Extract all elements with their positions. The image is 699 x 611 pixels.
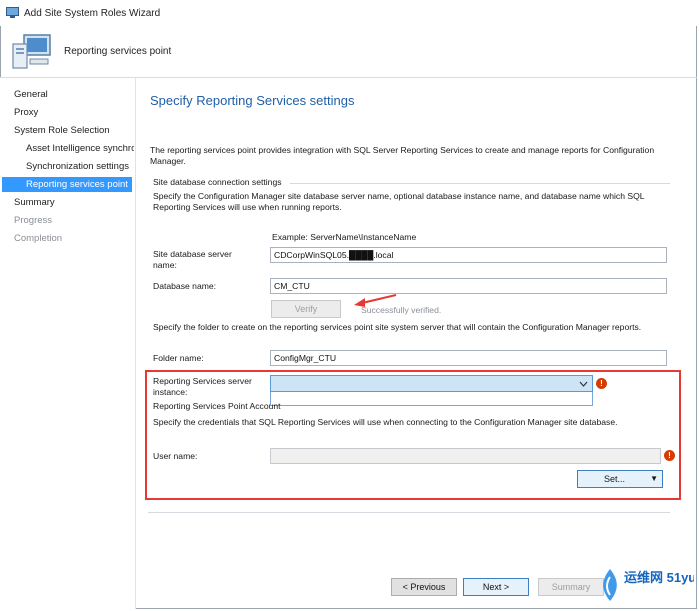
next-button[interactable]: Next > (463, 578, 529, 596)
wizard-nav: General Proxy System Role Selection Asse… (0, 78, 136, 609)
server-name-label: Site database server name: (153, 249, 232, 270)
nav-item-asset-intelligence[interactable]: Asset Intelligence synchro (26, 143, 134, 154)
nav-item-synchronization-settings[interactable]: Synchronization settings (26, 161, 134, 172)
nav-item-reporting-services-point[interactable]: Reporting services point (2, 177, 132, 192)
database-name-input[interactable]: CM_CTU (270, 278, 667, 294)
page-title: Specify Reporting Services settings (150, 93, 355, 108)
chevron-down-icon (579, 381, 588, 387)
nav-item-summary[interactable]: Summary (14, 197, 55, 208)
db-group-label: Site database connection settings (153, 177, 282, 187)
previous-button[interactable]: < Previous (391, 578, 457, 596)
set-button[interactable]: Set... ▼ (577, 470, 663, 488)
rs-instance-select[interactable] (270, 375, 593, 392)
nav-item-progress: Progress (14, 215, 53, 226)
folder-description: Specify the folder to create on the repo… (153, 322, 642, 332)
user-name-input (270, 448, 661, 464)
nav-item-completion: Completion (14, 233, 63, 244)
user-error-icon: ! (664, 450, 675, 461)
nav-item-proxy[interactable]: Proxy (14, 107, 38, 118)
dropdown-arrow-icon: ▼ (650, 474, 658, 483)
title-bar: Add Site System Roles Wizard (0, 0, 697, 26)
summary-button: Summary (538, 578, 604, 596)
page-header-label: Reporting services point (64, 46, 172, 57)
intro-text: The reporting services point provides in… (150, 145, 655, 166)
set-button-label: Set... (604, 474, 626, 484)
wizard-app-icon (6, 7, 19, 18)
db-description: Specify the Configuration Manager site d… (153, 191, 645, 212)
user-name-label: User name: (153, 451, 198, 461)
folder-name-input[interactable]: ConfigMgr_CTU (270, 350, 667, 366)
watermark-text: 运维网 51yunv.com (624, 570, 694, 585)
nav-item-general[interactable]: General (14, 89, 48, 100)
verify-button[interactable]: Verify (271, 300, 341, 318)
verify-status: Successfully verified. (361, 305, 442, 315)
account-description: Specify the credentials that SQL Reporti… (153, 417, 618, 427)
content-bottom-divider (148, 512, 670, 513)
db-group-divider (290, 183, 670, 184)
rs-instance-dropdown-list[interactable] (270, 392, 593, 406)
computer-icon (12, 34, 51, 69)
error-icon: ! (596, 378, 607, 389)
database-name-label: Database name: (153, 281, 217, 291)
watermark-logo-icon (603, 569, 617, 601)
rs-instance-label: Reporting Services server instance: (153, 376, 252, 397)
server-name-input[interactable]: CDCorpWinSQL05.████.local (270, 247, 667, 263)
watermark: 运维网 51yunv.com (596, 563, 696, 607)
account-group-label: Reporting Services Point Account (153, 401, 281, 411)
nav-item-system-role-selection[interactable]: System Role Selection (14, 125, 110, 136)
folder-name-label: Folder name: (153, 353, 204, 363)
example-hint: Example: ServerName\InstanceName (272, 232, 417, 242)
window-title: Add Site System Roles Wizard (24, 8, 161, 19)
